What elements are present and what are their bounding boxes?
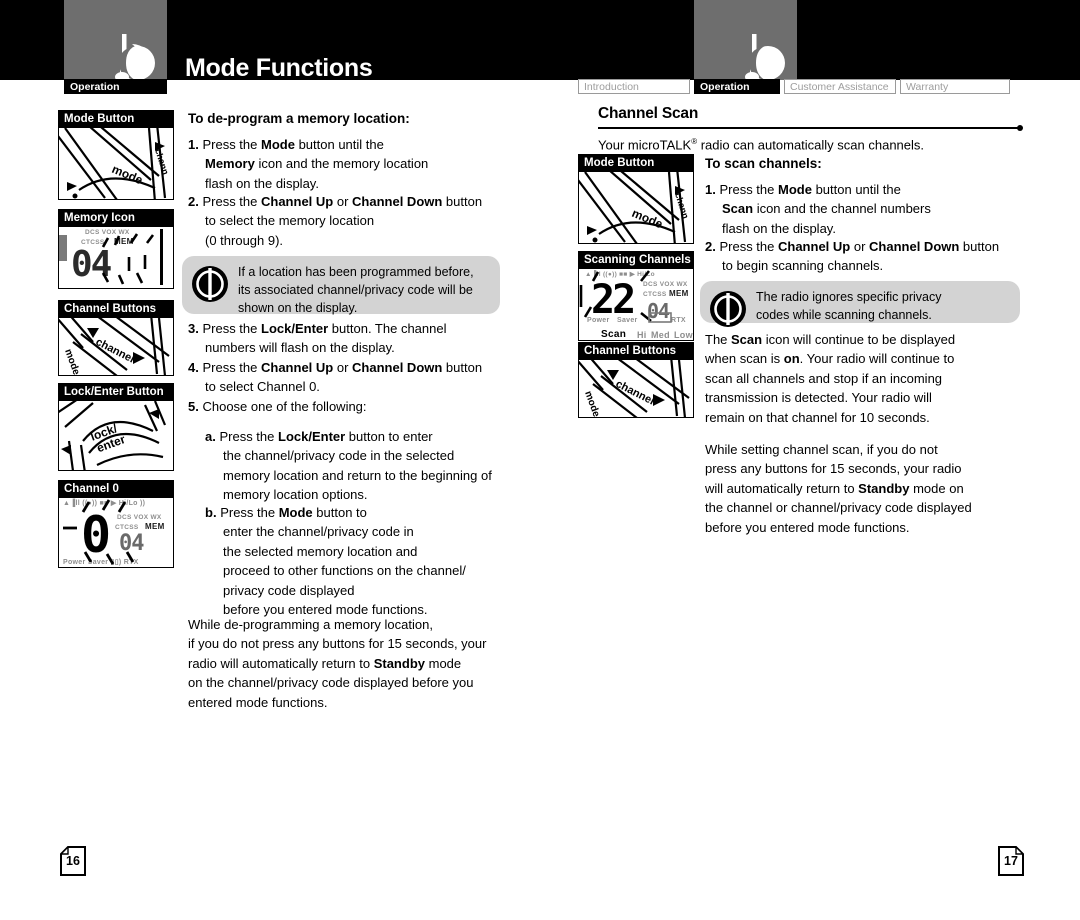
tabrow-left: Operation (0, 79, 540, 94)
svg-text:chann: chann (673, 192, 691, 220)
figure-image-lcd-scan: ▲▐ll ((●)) ■■ ▶ Hi/Lo DCS VOX WX CTCSS M… (579, 269, 693, 340)
svg-text:mode: mode (630, 206, 665, 232)
left-closing-paragraph: While de-programming a memory location, i… (188, 617, 487, 710)
page-number-text: 17 (1004, 854, 1018, 868)
figure-memory-icon: Memory Icon DCS VOX WX CTCSS MEM 04 (58, 209, 174, 289)
figure-channel-0: Channel 0 ▲▐ll ((●)) ■■ ▶ Hi/Lo )) DCS V… (58, 480, 174, 568)
tabrow-right: Introduction Operation Customer Assistan… (540, 79, 1080, 94)
tab-introduction[interactable]: Introduction (578, 79, 690, 94)
step-marker: 3. (188, 321, 199, 336)
figure-image-keypad-channel-right: channel mode (579, 360, 693, 417)
figure-scanning-channels: Scanning Channels ▲▐ll ((●)) ■■ ▶ Hi/Lo … (578, 251, 694, 341)
step-text: Press the Lock/Enter button. The channel… (202, 321, 447, 356)
figure-lock-enter-button: Lock/Enter Button lock/ enter (58, 383, 174, 471)
step-5a: a. Press the Lock/Enter button to enter t… (205, 427, 543, 505)
step-text: Press the Channel Up or Channel Down but… (719, 239, 1000, 274)
figure-caption: Memory Icon (59, 210, 173, 227)
tab-operation[interactable]: Operation (694, 79, 780, 94)
step-text: Choose one of the following: (202, 399, 367, 414)
step-4: 4. Press the Channel Up or Channel Down … (188, 358, 545, 397)
right-paragraph-2: While setting channel scan, if you do no… (705, 442, 972, 535)
step-text: Press the Mode button until the Memory ic… (202, 137, 429, 191)
tip-text: If a location has been programmed before… (238, 265, 474, 315)
step-marker: 2. (705, 239, 716, 254)
tip-callout-right: The radio ignores specific privacy codes … (700, 281, 1020, 327)
step-text: Press the Mode button to enter the channe… (220, 505, 466, 618)
step-1: 1. Press the Mode button until the Memory… (188, 135, 535, 193)
power-button-icon (192, 266, 228, 302)
section-rule (598, 125, 1023, 131)
tab-operation-left[interactable]: Operation (64, 79, 167, 94)
step-text: Press the Channel Up or Channel Down but… (202, 360, 483, 395)
logo-square-right (694, 0, 797, 82)
step-marker: 1. (188, 137, 199, 152)
svg-text:mode: mode (582, 390, 602, 417)
right-sub-heading: To scan channels: (705, 156, 822, 171)
scan-step-2: 2. Press the Channel Up or Channel Down … (705, 237, 1067, 276)
logo-square-left (64, 0, 167, 83)
figure-image-lcd-channel0: ▲▐ll ((●)) ■■ ▶ Hi/Lo )) DCS VOX WX CTCS… (59, 498, 173, 567)
figure-channel-buttons-left: Channel Buttons channel mode (58, 300, 174, 376)
tip-text: The radio ignores specific privacy codes … (756, 290, 942, 322)
figure-caption: Mode Button (59, 111, 173, 128)
svg-text:mode: mode (62, 348, 82, 375)
figure-image-keypad-mode-right: mode chann (579, 172, 693, 243)
figure-image-keypad-channel: channel mode (59, 318, 173, 375)
step-text: Press the Lock/Enter button to enter the … (219, 429, 492, 503)
figure-caption: Lock/Enter Button (59, 384, 173, 401)
page-number-text: 16 (66, 854, 80, 868)
svg-text:chann: chann (153, 148, 171, 176)
step-marker: 4. (188, 360, 199, 375)
figure-image-lcd-memory: DCS VOX WX CTCSS MEM 04 (59, 227, 173, 288)
figure-mode-button: Mode Button mode chann (58, 110, 174, 200)
step-marker: 1. (705, 182, 716, 197)
step-marker: a. (205, 429, 216, 444)
tab-warranty[interactable]: Warranty (900, 79, 1010, 94)
figure-image-keypad-lock: lock/ enter (59, 401, 173, 470)
scan-step-1: 1. Press the Mode button until the Scan i… (705, 180, 1062, 238)
figure-caption: Scanning Channels (579, 252, 693, 269)
figure-caption: Channel Buttons (579, 343, 693, 360)
figure-caption: Channel 0 (59, 481, 173, 498)
right-paragraph-1: The Scan icon will continue to be displa… (705, 332, 956, 425)
figure-caption: Mode Button (579, 155, 693, 172)
left-heading: To de-program a memory location: (188, 111, 410, 126)
step-marker: 5. (188, 399, 199, 414)
svg-text:mode: mode (110, 162, 145, 188)
tip-callout-left: If a location has been programmed before… (182, 256, 500, 315)
step-marker: b. (205, 505, 217, 520)
step-5: 5. Choose one of the following: (188, 397, 535, 416)
page-number-left: 16 (60, 846, 86, 876)
tab-customer-assistance[interactable]: Customer Assistance (784, 79, 896, 94)
step-text: Press the Mode button until the Scan icon… (719, 182, 931, 236)
step-text: Press the Channel Up or Channel Down but… (202, 194, 483, 248)
intro-text: Your microTALK® radio can automatically … (598, 137, 925, 153)
page-number-right: 17 (998, 846, 1024, 876)
rule-end-dot (1017, 125, 1023, 131)
figure-caption: Channel Buttons (59, 301, 173, 318)
figure-image-keypad-mode: mode chann (59, 128, 173, 199)
section-title: Channel Scan (598, 105, 699, 122)
step-2: 2. Press the Channel Up or Channel Down … (188, 192, 545, 250)
figure-channel-buttons-right: Channel Buttons channel mode (578, 342, 694, 418)
step-marker: 2. (188, 194, 199, 209)
power-button-icon (710, 291, 746, 327)
step-5b: b. Press the Mode button to enter the cha… (205, 503, 543, 619)
step-3: 3. Press the Lock/Enter button. The chan… (188, 319, 535, 358)
figure-mode-button-right: Mode Button mode chann (578, 154, 694, 244)
